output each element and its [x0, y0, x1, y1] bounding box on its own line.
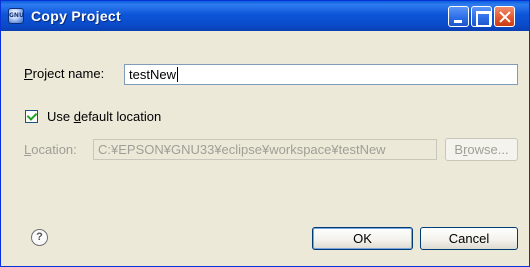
minimize-button[interactable] — [448, 6, 469, 27]
window-title: Copy Project — [31, 8, 121, 24]
use-default-prefix: Use — [47, 109, 74, 124]
project-name-value: testNew — [129, 67, 176, 82]
project-name-label: Project name: — [24, 66, 104, 81]
browse-button[interactable]: Browse... — [445, 138, 518, 161]
gnu-app-icon: GNU — [8, 8, 24, 24]
close-button[interactable] — [494, 6, 515, 27]
location-value: C:¥EPSON¥GNU33¥eclipse¥workspace¥testNew — [98, 142, 386, 157]
cancel-button[interactable]: Cancel — [420, 227, 518, 250]
location-input[interactable]: C:¥EPSON¥GNU33¥eclipse¥workspace¥testNew — [93, 139, 437, 160]
use-default-location-checkbox[interactable] — [25, 110, 38, 123]
location-label: Location: — [24, 142, 77, 157]
use-default-location-label[interactable]: Use default location — [47, 109, 161, 124]
browse-rest: owse... — [467, 142, 509, 157]
copy-project-dialog: GNU Copy Project Project name: testNew U… — [0, 0, 530, 267]
help-icon[interactable]: ? — [31, 229, 48, 246]
use-default-rest: efault location — [80, 109, 162, 124]
project-name-label-text: roject name: — [32, 66, 105, 81]
title-bar[interactable]: GNU Copy Project — [1, 1, 529, 31]
project-name-input[interactable]: testNew — [124, 64, 518, 85]
ok-button[interactable]: OK — [312, 227, 413, 250]
browse-prefix: B — [454, 142, 464, 157]
project-name-mnemonic: P — [24, 66, 33, 81]
location-label-text: ocation: — [31, 142, 77, 157]
use-default-mnemonic: d — [73, 109, 81, 124]
maximize-button[interactable] — [471, 6, 492, 27]
